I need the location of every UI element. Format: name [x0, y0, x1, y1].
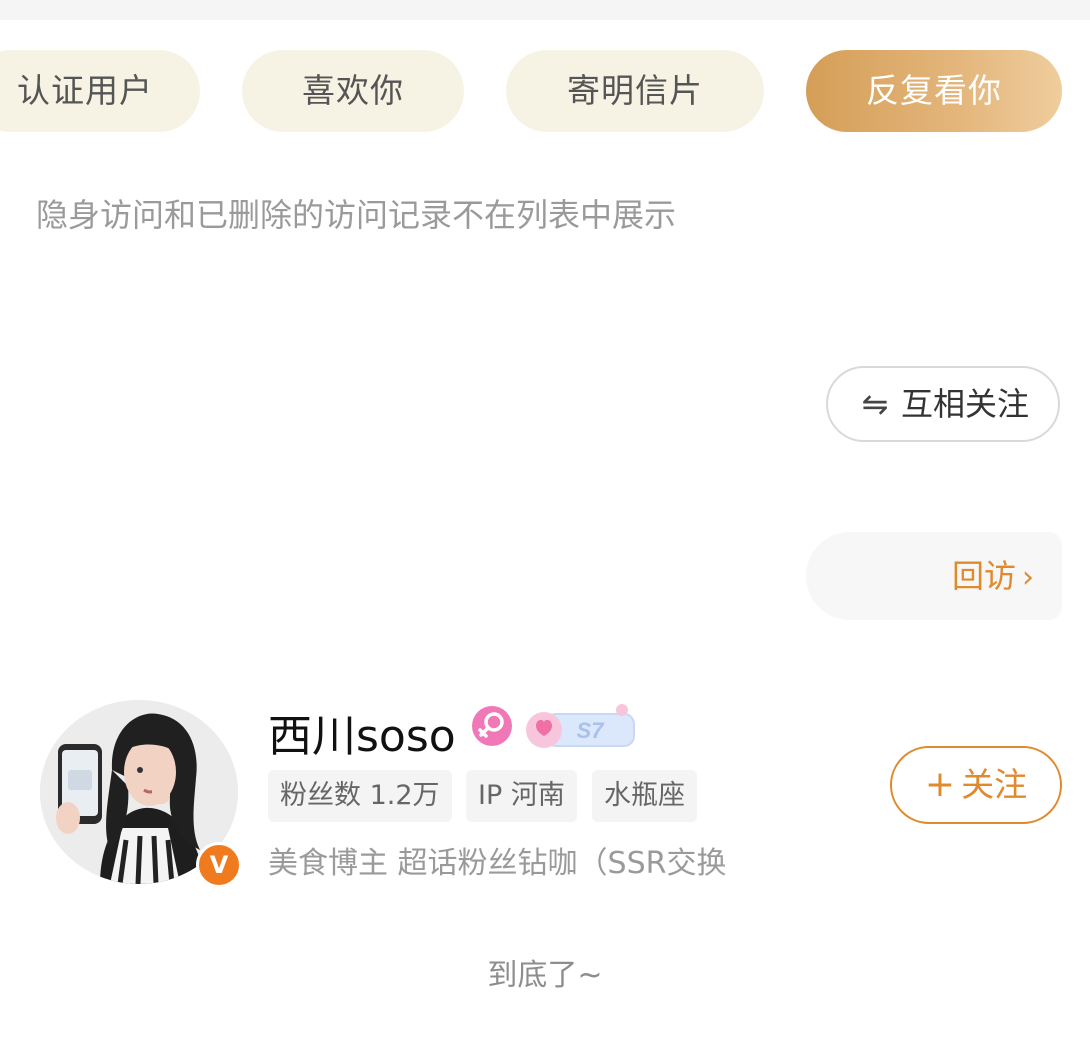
return-visit-label: 回访	[951, 557, 1016, 595]
tag-zodiac: 水瓶座	[592, 770, 697, 822]
tag-followers: 粉丝数 1.2万	[268, 770, 452, 822]
filter-tab-repeat-visits[interactable]: 反复看你	[806, 50, 1062, 132]
username[interactable]: 西川soso	[268, 700, 456, 764]
tag-ip-location: IP 河南	[466, 770, 577, 822]
mutual-follow-button[interactable]: ⇋ 互相关注	[826, 366, 1060, 442]
top-band	[0, 0, 1090, 20]
swap-icon: ⇋	[861, 385, 889, 423]
filter-tab-verified-users[interactable]: 认证用户	[0, 50, 200, 132]
end-of-list-text: 到底了~	[487, 958, 603, 993]
female-icon	[472, 706, 512, 746]
filter-tab-likes-you[interactable]: 喜欢你	[242, 50, 464, 132]
level-badge-icon: S7	[522, 700, 638, 754]
filter-tab-send-postcard[interactable]: 寄明信片	[506, 50, 764, 132]
follow-label: 关注	[961, 765, 1028, 804]
level-badge-text: S7	[577, 718, 606, 743]
plus-icon: +	[924, 764, 956, 805]
user-bio: 美食博主 超话粉丝钻咖（SSR交换	[268, 846, 727, 881]
return-visit-link[interactable]: 回访 ›	[952, 532, 1034, 620]
level-badge-art: S7	[526, 704, 635, 748]
return-visit-bar: 回访 ›	[806, 532, 1062, 620]
verified-badge-icon: V	[196, 842, 242, 888]
female-glyph-icon	[478, 712, 504, 738]
mutual-follow-label: 互相关注	[900, 385, 1029, 423]
chevron-right-icon: ›	[1022, 560, 1034, 595]
privacy-hint: 隐身访问和已删除的访问记录不在列表中展示	[36, 196, 677, 234]
follow-button[interactable]: + 关注	[890, 746, 1062, 824]
filter-tabs: 认证用户 喜欢你 寄明信片 反复看你	[0, 50, 1090, 132]
